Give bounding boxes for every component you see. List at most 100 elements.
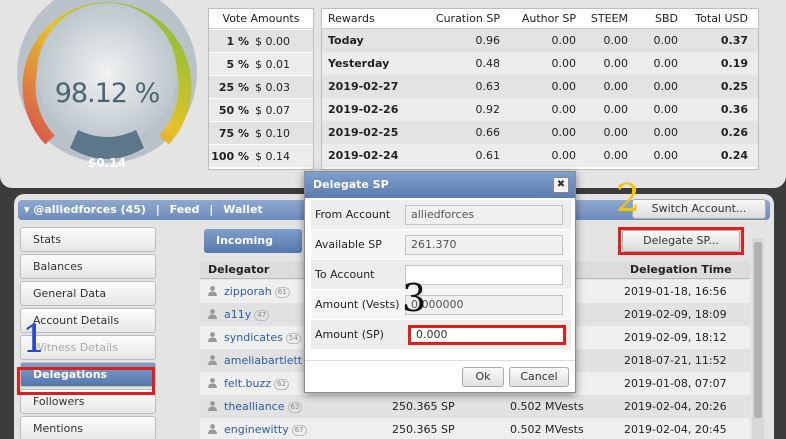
vote-usd: $ 0.07	[255, 104, 290, 117]
rewards-row: 2019-02-27 0.63 0.00 0.00 0.00 0.25	[322, 75, 758, 98]
author-sp: 0.00	[551, 80, 577, 93]
annotation-step-3: 3	[402, 276, 427, 320]
annotation-step-2: 2	[616, 176, 641, 220]
vote-amount-row: 75 % $ 0.10	[209, 121, 313, 144]
delegate-form: From Account alliedforces Available SP 2…	[311, 200, 571, 352]
vote-usd: $ 0.10	[255, 127, 290, 140]
scrollbar-thumb[interactable]	[754, 242, 762, 418]
collapse-arrow-icon[interactable]: ▾	[24, 203, 30, 216]
vote-amounts-table: Vote Amounts 1 % $ 0.00 5 % $ 0.01 25 % $ 0…	[208, 8, 314, 170]
bar-separator: |	[209, 203, 214, 216]
to-account-input[interactable]	[405, 265, 563, 285]
delegator-link[interactable]: thealliance 63	[224, 395, 303, 418]
reputation-badge: 54	[285, 333, 301, 344]
rewards-col-header: Rewards	[328, 12, 375, 25]
curation-sp: 0.63	[475, 80, 501, 93]
steem: 0.00	[603, 80, 629, 93]
delegator-name[interactable]: ameliabartlett	[224, 354, 302, 367]
delegator-link[interactable]: syndicates 54	[224, 326, 301, 349]
curation-sp: 0.96	[475, 34, 501, 47]
rewards-table: Rewards Curation SP Author SP STEEM SBD …	[321, 8, 759, 170]
amount-sp-row: Amount (SP) 0.000	[311, 320, 571, 350]
delegator-name[interactable]: thealliance	[224, 400, 285, 413]
table-row: thealliance 63 250.365 SP 0.502 MVests 20…	[200, 395, 750, 418]
vote-pct: 5 %	[226, 58, 249, 71]
from-account-label: From Account	[315, 208, 391, 221]
rewards-date: Today	[328, 34, 364, 47]
sbd: 0.00	[653, 34, 679, 47]
vote-usd: $ 0.00	[255, 35, 290, 48]
to-account-row: To Account	[311, 260, 571, 290]
total-usd: 0.26	[720, 126, 748, 139]
steem: 0.00	[603, 34, 629, 47]
delegator-link[interactable]: enginewitty 67	[224, 418, 307, 439]
reputation-badge: 61	[274, 287, 290, 298]
delegated-vests: 0.502 MVests	[510, 400, 584, 413]
delegator-link[interactable]: a11y 47	[224, 303, 270, 326]
delegator-link[interactable]: zipporah 61	[224, 280, 290, 303]
vote-value-usd: $0.14	[88, 156, 126, 170]
total-usd: 0.25	[720, 80, 748, 93]
curation-sp: 0.92	[475, 103, 501, 116]
sbd: 0.00	[653, 57, 679, 70]
user-icon	[208, 286, 217, 296]
account-name-link[interactable]: @alliedforces (45)	[33, 203, 146, 216]
user-icon	[208, 378, 217, 388]
tab-incoming[interactable]: Incoming	[204, 229, 302, 253]
steem: 0.00	[603, 149, 629, 162]
wallet-link[interactable]: Wallet	[223, 203, 262, 216]
user-icon	[208, 355, 217, 365]
sidebar-item-mentions[interactable]: Mentions	[20, 416, 156, 439]
curation-sp: 0.61	[475, 149, 501, 162]
rewards-header-row: Rewards Curation SP Author SP STEEM SBD …	[322, 9, 758, 29]
rewards-row: 2019-02-24 0.61 0.00 0.00 0.00 0.24	[322, 144, 758, 167]
bar-separator: |	[155, 203, 160, 216]
rewards-row: 2019-02-25 0.66 0.00 0.00 0.00 0.26	[322, 121, 758, 144]
sbd: 0.00	[653, 126, 679, 139]
vote-pct: 50 %	[218, 104, 249, 117]
sidebar-item-stats[interactable]: Stats	[20, 227, 156, 252]
rewards-row: Yesterday 0.48 0.00 0.00 0.00 0.19	[322, 52, 758, 75]
total-usd: 0.19	[720, 57, 748, 70]
feed-link[interactable]: Feed	[170, 203, 200, 216]
author-sp: 0.00	[551, 57, 577, 70]
delegation-time: 2019-02-09, 18:12	[624, 331, 727, 344]
delegator-link[interactable]: ameliabartlett	[224, 349, 302, 372]
vote-amount-row: 100 % $ 0.14	[209, 144, 313, 167]
curation-sp-col-header: Curation SP	[435, 12, 500, 25]
rewards-rows: Today 0.96 0.00 0.00 0.00 0.37 Yesterday 0.48 0…	[322, 29, 758, 167]
delegation-time: 2019-02-04, 20:26	[624, 400, 727, 413]
amount-sp-label: Amount (SP)	[315, 328, 384, 341]
to-account-label: To Account	[315, 268, 375, 281]
delegator-name[interactable]: enginewitty	[224, 423, 289, 436]
cancel-button[interactable]: Cancel	[509, 367, 569, 387]
delegation-time-col-header: Delegation Time	[630, 263, 732, 276]
delegator-name[interactable]: felt.buzz	[224, 377, 271, 390]
dialog-title-bar: Delegate SP ✖	[305, 172, 575, 198]
delegator-name[interactable]: syndicates	[224, 331, 283, 344]
author-sp: 0.00	[551, 126, 577, 139]
delegations-scrollbar[interactable]	[752, 238, 764, 439]
vote-pct: 1 %	[226, 35, 249, 48]
amount-sp-input[interactable]: 0.000	[408, 325, 566, 345]
author-sp-col-header: Author SP	[521, 12, 576, 25]
author-sp: 0.00	[551, 149, 577, 162]
dialog-footer: Ok Cancel	[305, 360, 575, 392]
close-icon[interactable]: ✖	[553, 177, 569, 193]
delegator-name[interactable]: a11y	[224, 308, 251, 321]
vote-usd: $ 0.03	[255, 81, 290, 94]
delegate-sp-dialog: Delegate SP ✖ From Account alliedforces …	[304, 171, 576, 393]
switch-account-button[interactable]: Switch Account...	[632, 199, 766, 219]
from-account-field: alliedforces	[405, 205, 563, 225]
rewards-row: Today 0.96 0.00 0.00 0.00 0.37	[322, 29, 758, 52]
ok-button[interactable]: Ok	[462, 367, 504, 387]
sidebar-item-balances[interactable]: Balances	[20, 254, 156, 279]
delegator-link[interactable]: felt.buzz 62	[224, 372, 289, 395]
amount-vests-label: Amount (Vests)	[315, 298, 400, 311]
author-sp: 0.00	[551, 103, 577, 116]
sidebar-item-general-data[interactable]: General Data	[20, 281, 156, 306]
vote-amount-row: 5 % $ 0.01	[209, 52, 313, 75]
delegator-name[interactable]: zipporah	[224, 285, 272, 298]
steem-col-header: STEEM	[590, 12, 628, 25]
rewards-date: Yesterday	[328, 57, 390, 70]
